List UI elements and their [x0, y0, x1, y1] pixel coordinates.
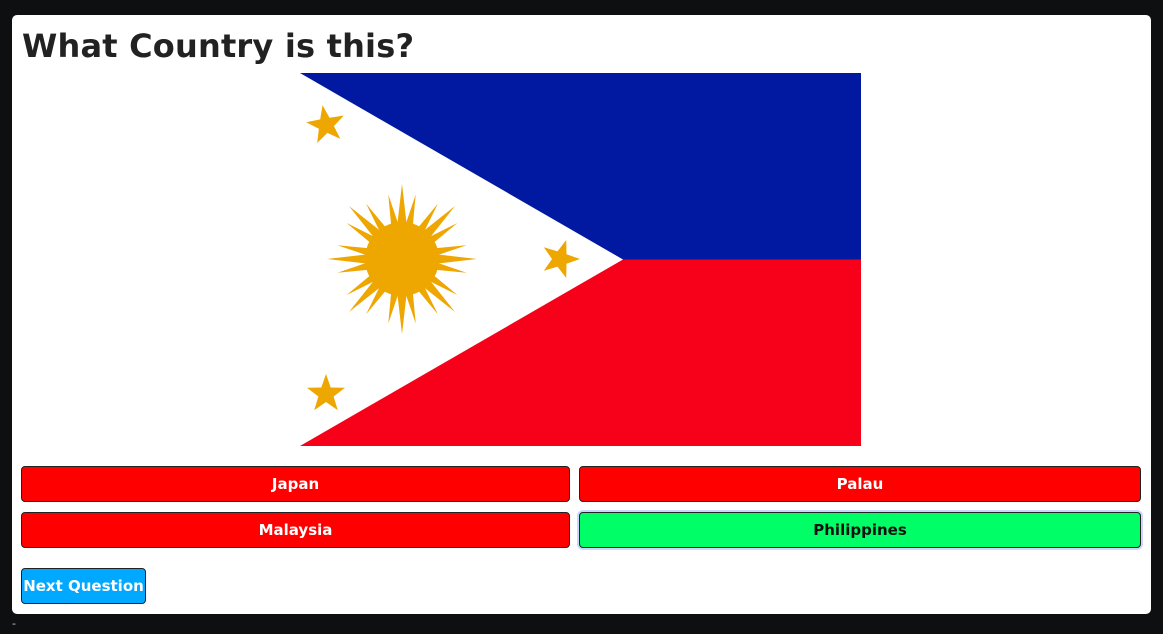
answer-button-japan[interactable]: Japan: [21, 466, 570, 502]
question-title: What Country is this?: [22, 27, 415, 65]
quiz-card: What Country is this? Japan Palau Malays…: [12, 15, 1151, 614]
footer-dash: -: [12, 617, 16, 630]
philippines-flag-image: [300, 73, 861, 446]
sun-icon: [327, 184, 477, 334]
next-question-button[interactable]: Next Question: [21, 568, 146, 604]
answer-button-palau[interactable]: Palau: [579, 466, 1141, 502]
answer-button-malaysia[interactable]: Malaysia: [21, 512, 570, 548]
answer-button-philippines[interactable]: Philippines: [579, 512, 1141, 548]
